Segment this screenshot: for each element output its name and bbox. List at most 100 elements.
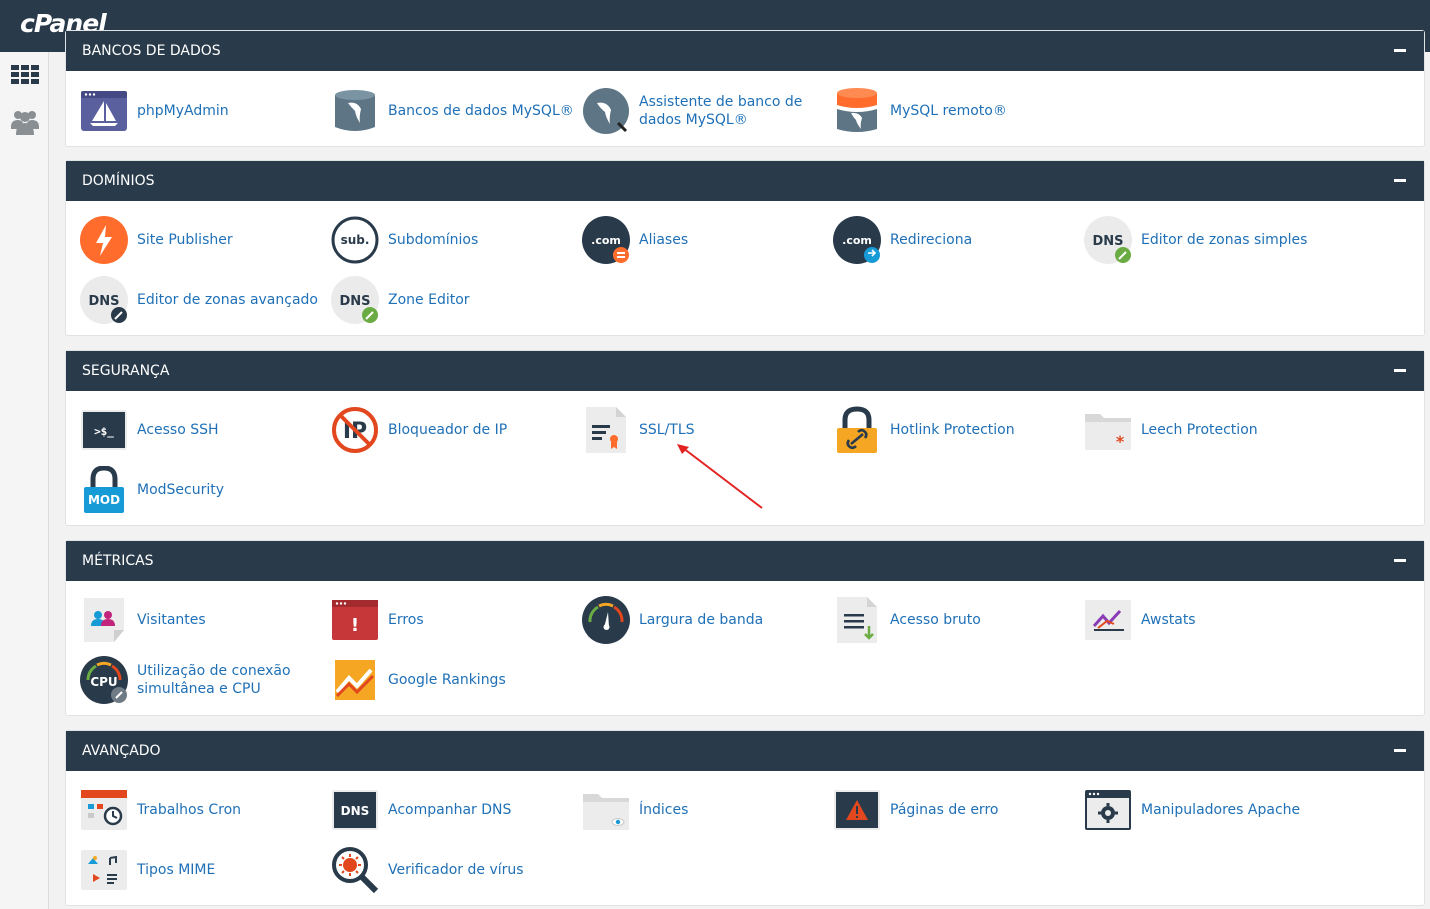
item-zone-editor[interactable]: DNS Zone Editor bbox=[317, 270, 568, 330]
item-raw-access[interactable]: Acesso bruto bbox=[819, 590, 1070, 650]
item-label: Tipos MIME bbox=[137, 862, 216, 878]
mime-types-icon bbox=[80, 846, 128, 894]
item-mysql-databases[interactable]: Bancos de dados MySQL® bbox=[317, 81, 574, 141]
item-visitors[interactable]: Visitantes bbox=[66, 590, 317, 650]
item-ip-blocker[interactable]: IP Bloqueador de IP bbox=[317, 400, 568, 460]
indexes-folder-icon bbox=[582, 786, 630, 834]
item-label: Hotlink Protection bbox=[890, 422, 1015, 438]
item-label: Zone Editor bbox=[388, 292, 470, 308]
remote-mysql-icon bbox=[833, 87, 881, 135]
error-pages-icon bbox=[833, 786, 881, 834]
item-simple-zone-editor[interactable]: DNS Editor de zonas simples bbox=[1070, 210, 1321, 270]
item-cpu-usage[interactable]: CPU Utilização de conexão simultânea e C… bbox=[66, 650, 317, 710]
item-ssh-access[interactable]: >$_ Acesso SSH bbox=[66, 400, 317, 460]
dns-badge-text: DNS bbox=[341, 804, 370, 818]
dns-icon: DNS bbox=[1084, 216, 1132, 264]
group-header-advanced[interactable]: Avançado bbox=[66, 731, 1424, 771]
item-bandwidth[interactable]: Largura de banda bbox=[568, 590, 819, 650]
grid-icon[interactable] bbox=[10, 60, 40, 90]
mod-badge-text: MOD bbox=[88, 493, 120, 507]
item-track-dns[interactable]: DNS Acompanhar DNS bbox=[317, 780, 568, 840]
terminal-badge-text: >$_ bbox=[94, 425, 114, 438]
item-label: Site Publisher bbox=[137, 232, 233, 248]
hotlink-lock-icon bbox=[833, 406, 881, 454]
item-mysql-wizard[interactable]: Assistente de banco de dados MySQL® bbox=[568, 81, 819, 141]
collapse-icon[interactable] bbox=[1394, 749, 1406, 752]
dotcom-badge-text: .com bbox=[842, 234, 872, 247]
item-redirects[interactable]: .com Redireciona bbox=[819, 210, 1070, 270]
group-header-security[interactable]: Segurança bbox=[66, 351, 1424, 391]
group-header-domains[interactable]: Domínios bbox=[66, 161, 1424, 201]
item-apache-handlers[interactable]: Manipuladores Apache bbox=[1070, 780, 1321, 840]
item-label: Editor de zonas simples bbox=[1141, 232, 1308, 248]
certificate-icon bbox=[582, 406, 630, 454]
dns-badge-text: DNS bbox=[339, 294, 370, 309]
item-virus-scanner[interactable]: Verificador de vírus bbox=[317, 840, 568, 900]
errors-icon: ! bbox=[331, 596, 379, 644]
item-label: Utilização de conexão simultânea e CPU bbox=[137, 663, 291, 697]
collapse-icon[interactable] bbox=[1394, 49, 1406, 52]
collapse-icon[interactable] bbox=[1394, 179, 1406, 182]
item-label: Bloqueador de IP bbox=[388, 422, 508, 438]
modsecurity-lock-icon: MOD bbox=[80, 466, 128, 514]
item-label: Visitantes bbox=[137, 612, 206, 628]
item-awstats[interactable]: Awstats bbox=[1070, 590, 1321, 650]
users-icon[interactable] bbox=[10, 107, 40, 137]
group-metrics: Métricas Visitantes ! Erros Largura de b… bbox=[65, 540, 1425, 716]
item-indexes[interactable]: Índices bbox=[568, 780, 819, 840]
collapse-icon[interactable] bbox=[1394, 559, 1406, 562]
item-aliases[interactable]: .com Aliases bbox=[568, 210, 819, 270]
track-dns-icon: DNS bbox=[331, 786, 379, 834]
mysql-icon bbox=[331, 87, 379, 135]
dns-edit-icon: DNS bbox=[80, 276, 128, 324]
item-label: Trabalhos Cron bbox=[137, 802, 242, 818]
terminal-icon: >$_ bbox=[80, 406, 128, 454]
item-errors[interactable]: ! Erros bbox=[317, 590, 568, 650]
main-content: Bancos de dados phpMyAdmin Bancos de dad… bbox=[65, 0, 1425, 909]
item-hotlink-protection[interactable]: Hotlink Protection bbox=[819, 400, 1070, 460]
item-label: Subdomínios bbox=[388, 232, 479, 248]
item-label: Redireciona bbox=[890, 232, 973, 248]
virus-scanner-icon bbox=[331, 846, 379, 894]
group-header-metrics[interactable]: Métricas bbox=[66, 541, 1424, 581]
cpu-icon: CPU bbox=[80, 656, 128, 704]
group-security: Segurança >$_ Acesso SSH IP Bloqueador d… bbox=[65, 350, 1425, 526]
item-label: Páginas de erro bbox=[890, 802, 999, 818]
item-label: SSL/TLS bbox=[639, 422, 695, 438]
item-label: Bancos de dados MySQL® bbox=[388, 103, 574, 119]
item-ssl-tls[interactable]: SSL/TLS bbox=[568, 400, 819, 460]
item-label: Manipuladores Apache bbox=[1141, 802, 1301, 818]
item-label: Acesso bruto bbox=[890, 612, 981, 628]
item-label: Editor de zonas avançado bbox=[137, 292, 318, 308]
item-mime-types[interactable]: Tipos MIME bbox=[66, 840, 317, 900]
dns-zone-icon: DNS bbox=[331, 276, 379, 324]
item-label: Awstats bbox=[1141, 612, 1196, 628]
cron-calendar-icon bbox=[80, 786, 128, 834]
bandwidth-gauge-icon bbox=[582, 596, 630, 644]
rankings-icon bbox=[331, 656, 379, 704]
errors-badge-text: ! bbox=[351, 615, 359, 636]
raw-access-icon bbox=[833, 596, 881, 644]
item-modsecurity[interactable]: MOD ModSecurity bbox=[66, 460, 317, 520]
item-google-rankings[interactable]: Google Rankings bbox=[317, 650, 568, 710]
group-header-databases[interactable]: Bancos de dados bbox=[66, 31, 1424, 71]
group-title: Avançado bbox=[82, 743, 161, 759]
item-label: Acompanhar DNS bbox=[388, 802, 512, 818]
sidebar bbox=[0, 52, 49, 909]
item-subdomains[interactable]: sub. Subdomínios bbox=[317, 210, 568, 270]
item-advanced-zone-editor[interactable]: DNS Editor de zonas avançado bbox=[66, 270, 318, 330]
item-leech-protection[interactable]: * Leech Protection bbox=[1070, 400, 1321, 460]
item-label: phpMyAdmin bbox=[137, 103, 229, 119]
lightning-icon bbox=[80, 216, 128, 264]
item-cron-jobs[interactable]: Trabalhos Cron bbox=[66, 780, 317, 840]
item-label: Índices bbox=[639, 802, 689, 818]
group-title: Métricas bbox=[82, 553, 154, 569]
sub-icon: sub. bbox=[331, 216, 379, 264]
item-remote-mysql[interactable]: MySQL remoto® bbox=[819, 81, 1070, 141]
dns-badge-text: DNS bbox=[88, 294, 119, 309]
collapse-icon[interactable] bbox=[1394, 369, 1406, 372]
item-site-publisher[interactable]: Site Publisher bbox=[66, 210, 317, 270]
item-phpmyadmin[interactable]: phpMyAdmin bbox=[66, 81, 317, 141]
leech-folder-icon: * bbox=[1084, 406, 1132, 454]
item-error-pages[interactable]: Páginas de erro bbox=[819, 780, 1070, 840]
